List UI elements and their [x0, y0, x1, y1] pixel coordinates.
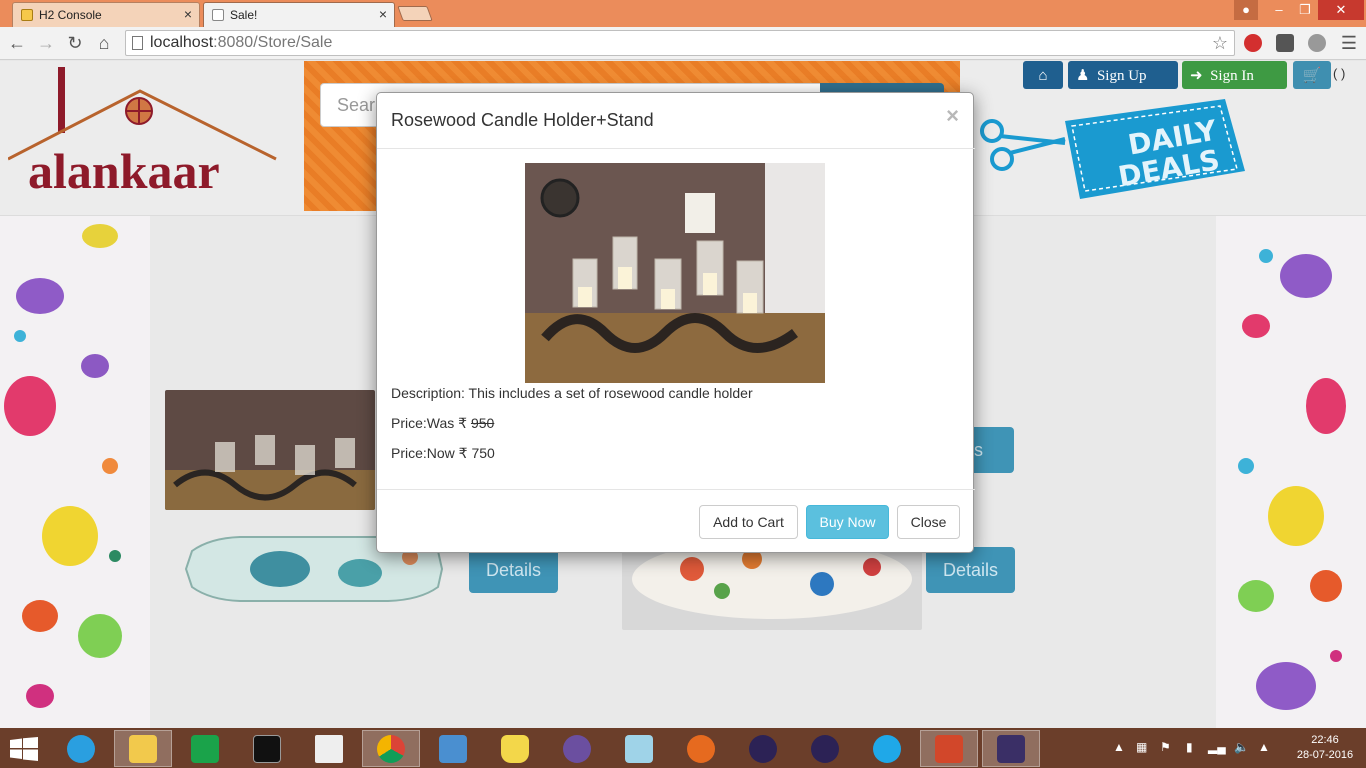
product-description: Description: This includes a set of rose…	[391, 385, 753, 401]
close-button[interactable]: Close	[897, 505, 960, 539]
restore-icon[interactable]: ❐	[1292, 0, 1318, 20]
user-profile-icon[interactable]: ●	[1234, 0, 1258, 20]
browser-toolbar: ← → ↻ ⌂ localhost:8080/Store/Sale ☆ ☰	[0, 27, 1366, 60]
modal-close-icon[interactable]: ×	[946, 103, 959, 129]
github-icon[interactable]	[548, 730, 606, 767]
signal-icon[interactable]: ▂▄	[1208, 740, 1226, 754]
taskbar-clock[interactable]: 22:46 28-07-2016	[1290, 733, 1360, 763]
divider	[377, 148, 975, 149]
close-window-icon[interactable]: ✕	[1318, 0, 1364, 20]
home-icon[interactable]: ⌂	[93, 32, 115, 54]
clock-date: 28-07-2016	[1296, 749, 1354, 761]
battery-icon[interactable]: ▮	[1186, 740, 1193, 754]
modal-product-image	[525, 163, 825, 383]
address-bar[interactable]: localhost:8080/Store/Sale ☆	[125, 30, 1235, 56]
divider	[377, 489, 975, 490]
url-host: localhost	[150, 34, 214, 51]
ie-icon[interactable]	[52, 730, 110, 767]
network-icon[interactable]: ▦	[1136, 740, 1147, 754]
price-was-label: Price:Was ₹	[391, 415, 471, 431]
java-ee-ide-icon[interactable]	[982, 730, 1040, 767]
url-path: :8080/Store/Sale	[213, 34, 333, 51]
start-icon[interactable]	[10, 737, 38, 761]
h2-favicon-icon	[21, 9, 33, 21]
book-icon[interactable]	[300, 730, 358, 767]
cmd-icon[interactable]	[238, 730, 296, 767]
tab-h2-console[interactable]: H2 Console ×	[12, 2, 200, 27]
extension-icon[interactable]	[1276, 34, 1294, 52]
remote-desktop-icon[interactable]	[424, 730, 482, 767]
add-to-cart-button[interactable]: Add to Cart	[699, 505, 798, 539]
buy-now-button[interactable]: Buy Now	[806, 505, 889, 539]
powerpoint-icon[interactable]	[920, 730, 978, 767]
eclipse-icon[interactable]	[734, 730, 792, 767]
menu-icon[interactable]: ☰	[1338, 32, 1360, 54]
opera-extension-icon[interactable]	[1244, 34, 1262, 52]
bookmark-star-icon[interactable]: ☆	[1212, 31, 1228, 55]
eclipse-icon-2[interactable]	[796, 730, 854, 767]
modal-title: Rosewood Candle Holder+Stand	[391, 110, 654, 130]
windows-taskbar: ▲ ▦ ⚑ ▮ ▂▄ 🔈 ▲ 22:46 28-07-2016	[0, 728, 1366, 768]
forward-icon[interactable]: →	[35, 32, 57, 54]
extension-icon-2[interactable]	[1308, 34, 1326, 52]
price-was: Price:Was ₹ 950	[391, 415, 494, 432]
tab-close-icon[interactable]: ×	[379, 6, 387, 22]
clock-time: 22:46	[1311, 734, 1339, 746]
price-now: Price:Now ₹ 750	[391, 445, 495, 461]
database-icon[interactable]	[486, 730, 544, 767]
flag-icon[interactable]: ⚑	[1160, 740, 1171, 754]
minimize-icon[interactable]: –	[1266, 0, 1292, 20]
chrome-icon[interactable]	[362, 730, 420, 767]
new-tab-button[interactable]	[397, 6, 433, 21]
google-drive-icon[interactable]: ▲	[1258, 740, 1270, 754]
browser-titlebar: H2 Console × Sale! × ● – ❐ ✕	[0, 0, 1366, 27]
file-explorer-icon[interactable]	[114, 730, 172, 767]
volume-icon[interactable]: 🔈	[1234, 740, 1249, 754]
store-icon[interactable]	[176, 730, 234, 767]
back-icon[interactable]: ←	[6, 32, 28, 54]
notepad-icon[interactable]	[610, 730, 668, 767]
show-hidden-icons[interactable]: ▲	[1113, 740, 1125, 754]
page-info-icon[interactable]	[132, 36, 143, 50]
tab-sale[interactable]: Sale! ×	[203, 2, 395, 27]
price-was-value: 950	[470, 415, 495, 431]
tab-title: H2 Console	[39, 8, 102, 22]
page-favicon-icon	[212, 9, 224, 21]
product-modal: Rosewood Candle Holder+Stand × Descripti…	[376, 92, 975, 553]
reload-icon[interactable]: ↻	[64, 32, 86, 54]
tab-close-icon[interactable]: ×	[184, 6, 192, 22]
firefox-icon[interactable]	[672, 730, 730, 767]
tab-title: Sale!	[230, 8, 258, 22]
skype-icon[interactable]	[858, 730, 916, 767]
